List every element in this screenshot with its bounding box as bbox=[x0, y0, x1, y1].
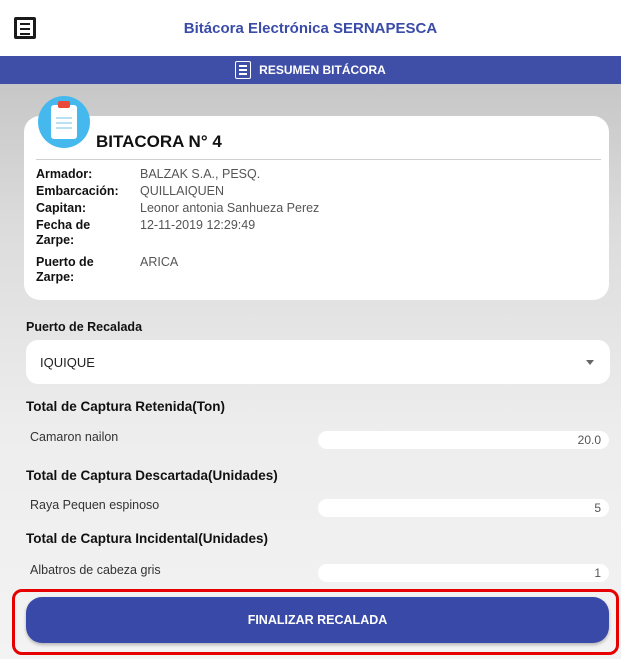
capitan-value: Leonor antonia Sanhueza Perez bbox=[140, 201, 320, 215]
puerto-zarpe-label: Puerto de Zarpe: bbox=[36, 255, 94, 284]
puerto-zarpe-value: ARICA bbox=[140, 255, 179, 269]
captura-descartada-field[interactable]: 5 bbox=[318, 499, 609, 517]
captura-retenida-species: Camaron nailon bbox=[30, 430, 119, 444]
captura-incidental-species: Albatros de cabeza gris bbox=[30, 563, 161, 577]
card-title: BITACORA N° 4 bbox=[96, 132, 222, 151]
card-divider bbox=[36, 159, 601, 160]
clipboard-icon bbox=[38, 96, 90, 148]
recalada-label: Puerto de Recalada bbox=[26, 320, 143, 334]
captura-incidental-field[interactable]: 1 bbox=[318, 564, 609, 582]
app-title: Bitácora Electrónica SERNAPESCA bbox=[183, 20, 438, 37]
captura-incidental-title: Total de Captura Incidental(Unidades) bbox=[26, 531, 269, 546]
captura-descartada-species: Raya Pequen espinoso bbox=[30, 498, 160, 512]
embarcacion-value: QUILLAIQUEN bbox=[140, 184, 225, 198]
armador-label: Armador: bbox=[36, 167, 93, 181]
list-icon bbox=[235, 61, 252, 79]
section-title: RESUMEN BITÁCORA bbox=[259, 63, 386, 77]
finalizar-recalada-button[interactable]: FINALIZAR RECALADA bbox=[26, 597, 609, 643]
recalada-select[interactable]: IQUIQUE bbox=[26, 340, 610, 384]
embarcacion-label: Embarcación: bbox=[36, 184, 119, 198]
chevron-down-icon bbox=[586, 360, 594, 365]
fecha-zarpe-value: 12-11-2019 12:29:49 bbox=[140, 218, 256, 232]
fecha-zarpe-label: Fecha de Zarpe: bbox=[36, 218, 91, 247]
captura-descartada-title: Total de Captura Descartada(Unidades) bbox=[26, 468, 278, 483]
capitan-label: Capitan: bbox=[36, 201, 86, 215]
recalada-selected-value: IQUIQUE bbox=[40, 355, 95, 370]
armador-value: BALZAK S.A., PESQ. bbox=[140, 167, 261, 181]
captura-retenida-field[interactable]: 20.0 bbox=[318, 431, 609, 449]
section-header: RESUMEN BITÁCORA bbox=[0, 56, 621, 84]
app-bar: Bitácora Electrónica SERNAPESCA bbox=[0, 0, 621, 56]
captura-retenida-title: Total de Captura Retenida(Ton) bbox=[26, 399, 225, 414]
